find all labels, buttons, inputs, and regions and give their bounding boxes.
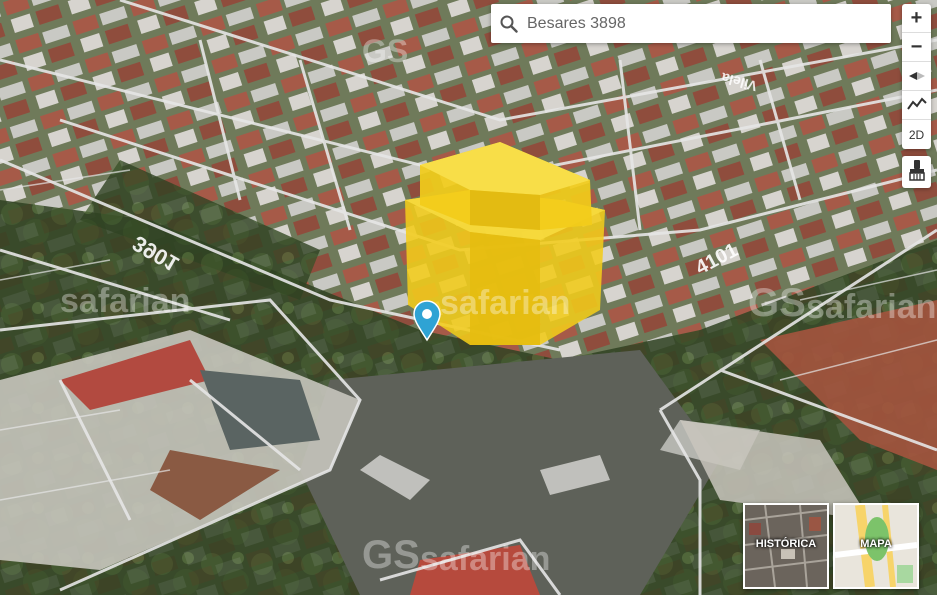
svg-text:safarian: safarian xyxy=(420,540,550,578)
svg-text:GS: GS xyxy=(362,33,408,69)
paint-roller-icon xyxy=(908,159,926,186)
layer-map-button[interactable]: MAPA xyxy=(833,503,919,589)
svg-text:GS: GS xyxy=(748,281,806,325)
tilt-button[interactable] xyxy=(902,91,931,120)
paint-roller-button[interactable] xyxy=(902,156,931,188)
layer-historic-label: HISTÓRICA xyxy=(755,538,817,550)
tilt-icon xyxy=(906,94,927,117)
navigation-controls: + − 2D xyxy=(902,4,931,149)
compass-icon xyxy=(908,65,926,88)
compass-button[interactable] xyxy=(902,62,931,91)
svg-text:safarian: safarian xyxy=(60,282,190,320)
zoom-out-button[interactable]: − xyxy=(902,33,931,62)
search-input[interactable] xyxy=(525,13,879,34)
svg-text:safarian: safarian xyxy=(806,288,936,326)
layer-historic-button[interactable]: HISTÓRICA xyxy=(743,503,829,589)
zoom-in-button[interactable]: + xyxy=(902,4,931,33)
search-box[interactable] xyxy=(491,4,891,43)
building-watermark: safarian xyxy=(440,284,570,322)
svg-text:GS: GS xyxy=(362,533,420,577)
layer-map-label: MAPA xyxy=(860,538,892,550)
toggle-2d-button[interactable]: 2D xyxy=(902,120,931,149)
layer-switcher: HISTÓRICA MAPA xyxy=(739,503,919,589)
search-icon[interactable] xyxy=(499,14,519,34)
